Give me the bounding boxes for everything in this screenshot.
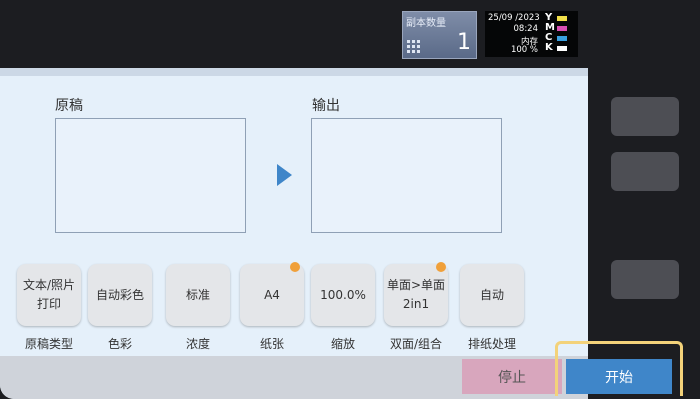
density-label: 浓度 xyxy=(185,337,210,351)
status-bar: 副本数量 1 25/09 /2023 08:24 内存 100 % Y M C … xyxy=(0,0,700,68)
side-button-2[interactable] xyxy=(611,152,679,191)
finishing-label: 排纸处理 xyxy=(467,337,516,351)
memory-percent: 100 % xyxy=(510,45,538,55)
output-preview xyxy=(311,118,502,233)
paper-button[interactable]: A4 xyxy=(240,264,304,326)
zoom-value: 100.0% xyxy=(320,287,366,302)
paper-label: 纸张 xyxy=(259,337,284,351)
copies-counter[interactable]: 副本数量 1 xyxy=(402,11,477,59)
duplex-combine-button[interactable]: 单面>单面 2in1 xyxy=(384,264,448,326)
duplex-combine-label: 双面/组合 xyxy=(389,337,443,351)
finishing-button[interactable]: 自动 xyxy=(460,264,524,326)
finishing-value: 自动 xyxy=(479,287,504,302)
color-mode-label: 色彩 xyxy=(107,337,132,351)
zoom-button[interactable]: 100.0% xyxy=(311,264,375,326)
start-button[interactable]: 开始 xyxy=(566,359,672,394)
toner-letters: Y M C K xyxy=(545,12,555,53)
zoom-label: 缩放 xyxy=(330,337,355,351)
density-value: 标准 xyxy=(185,287,210,302)
density-button[interactable]: 标准 xyxy=(166,264,230,326)
original-title: 原稿 xyxy=(55,98,83,114)
original-preview xyxy=(55,118,246,233)
toner-level-y xyxy=(557,16,567,21)
copies-value: 1 xyxy=(457,30,471,55)
panel-header-strip xyxy=(0,68,588,76)
duplex-combine-value: 单面>单面 2in1 xyxy=(386,278,446,311)
side-button-3[interactable] xyxy=(611,260,679,299)
device-status: 25/09 /2023 08:24 内存 100 % Y M C K xyxy=(485,11,578,57)
date-text: 25/09 /2023 xyxy=(488,13,540,23)
original-type-button[interactable]: 文本/照片 打印 xyxy=(17,264,81,326)
color-mode-value: 自动彩色 xyxy=(95,287,144,302)
original-type-label: 原稿类型 xyxy=(24,337,73,351)
color-mode-button[interactable]: 自动彩色 xyxy=(88,264,152,326)
arrow-right-icon xyxy=(277,164,292,186)
copies-label: 副本数量 xyxy=(406,18,446,29)
paper-value: A4 xyxy=(264,287,280,302)
output-title: 输出 xyxy=(312,98,340,114)
start-label: 开始 xyxy=(605,369,633,386)
stop-button[interactable]: 停止 xyxy=(462,359,562,394)
keypad-icon xyxy=(407,40,420,53)
toner-level-c xyxy=(557,36,567,41)
side-button-1[interactable] xyxy=(611,97,679,136)
stop-label: 停止 xyxy=(498,369,526,386)
toner-level-k xyxy=(557,46,567,51)
toner-level-m xyxy=(557,26,567,31)
duplex-changed-indicator xyxy=(436,262,446,272)
paper-changed-indicator xyxy=(290,262,300,272)
time-text: 08:24 xyxy=(513,24,539,34)
original-type-value: 文本/照片 打印 xyxy=(22,278,76,311)
